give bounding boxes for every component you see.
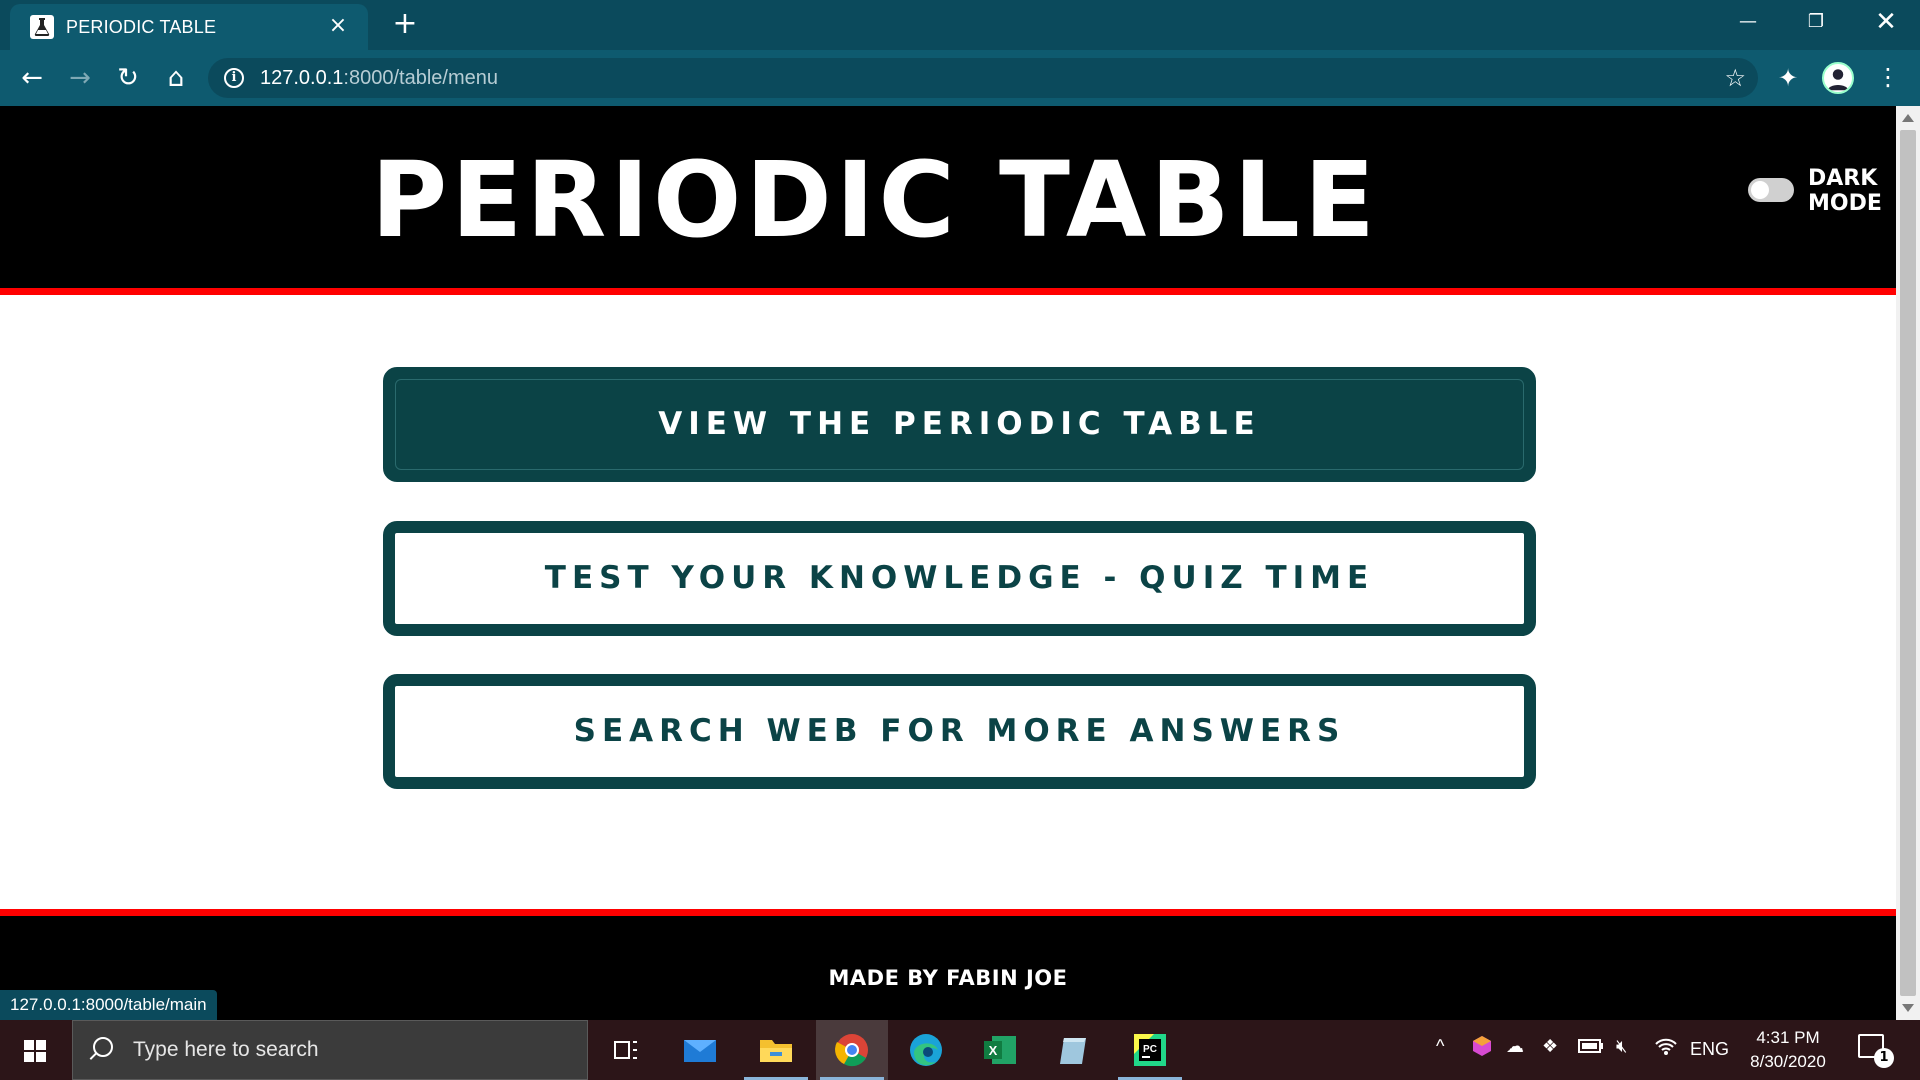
volume-muted-icon[interactable]: 🔇︎ <box>1616 1036 1627 1057</box>
dark-mode-label-line2: MODE <box>1808 191 1882 216</box>
chrome-icon[interactable] <box>820 1030 884 1080</box>
search-web-button-label: SEARCH WEB FOR MORE ANSWERS <box>573 713 1346 749</box>
file-explorer-icon[interactable] <box>744 1030 808 1080</box>
search-web-button[interactable]: SEARCH WEB FOR MORE ANSWERS <box>383 674 1536 789</box>
task-view-icon[interactable] <box>606 1030 646 1070</box>
clock-time: 4:31 PM <box>1756 1028 1820 1047</box>
svg-text:PC: PC <box>1143 1044 1157 1055</box>
site-info-icon[interactable]: i <box>224 68 244 88</box>
site-footer: MADE BY FABIN JOE <box>0 916 1896 1020</box>
dark-mode-toggle[interactable] <box>1748 178 1794 202</box>
forward-icon[interactable]: → <box>62 60 98 96</box>
footer-red-divider <box>0 909 1896 916</box>
input-language[interactable]: ENG <box>1690 1039 1729 1060</box>
web-page: PERIODIC TABLE DARK MODE VIEW THE PERIOD… <box>0 106 1896 1020</box>
notepad-icon[interactable] <box>1054 1030 1094 1070</box>
quiz-button[interactable]: TEST YOUR KNOWLEDGE - QUIZ TIME <box>383 521 1536 636</box>
toggle-knob <box>1751 181 1769 199</box>
browser-toolbar: ← → ↻ ⌂ i 127.0.0.1:8000/table/menu ☆ ✦ … <box>0 50 1920 106</box>
profile-avatar[interactable] <box>1822 62 1854 94</box>
system-clock[interactable]: 4:31 PM 8/30/2020 <box>1740 1026 1836 1074</box>
hexagon-app-tray-icon[interactable] <box>1470 1034 1494 1063</box>
header-red-divider <box>0 288 1896 295</box>
new-tab-icon[interactable]: + <box>390 9 420 40</box>
browser-tab-strip: PERIODIC TABLE × + — ❐ ✕ <box>0 0 1920 50</box>
site-header: PERIODIC TABLE DARK MODE <box>0 106 1896 288</box>
view-periodic-table-button[interactable]: VIEW THE PERIODIC TABLE <box>383 367 1536 482</box>
url-path: :8000/table/menu <box>343 67 498 89</box>
address-bar[interactable]: i 127.0.0.1:8000/table/menu ☆ <box>208 58 1758 98</box>
dropbox-icon[interactable]: ❖ <box>1542 1036 1558 1057</box>
url-host: 127.0.0.1 <box>260 67 344 89</box>
view-periodic-table-label: VIEW THE PERIODIC TABLE <box>658 406 1261 442</box>
dark-mode-label: DARK MODE <box>1808 166 1882 216</box>
browser-menu-icon[interactable]: ⋮ <box>1876 62 1900 92</box>
reload-icon[interactable]: ↻ <box>110 60 146 96</box>
battery-icon[interactable] <box>1578 1038 1604 1059</box>
flask-favicon-icon <box>30 15 54 39</box>
back-icon[interactable]: ← <box>14 60 50 96</box>
clock-date: 8/30/2020 <box>1750 1052 1826 1071</box>
url-text[interactable]: 127.0.0.1:8000/table/menu <box>260 67 498 90</box>
browser-tab[interactable]: PERIODIC TABLE × <box>10 4 368 50</box>
tab-title: PERIODIC TABLE <box>66 17 217 37</box>
restore-icon[interactable]: ❐ <box>1786 4 1846 40</box>
dark-mode-label-line1: DARK <box>1808 166 1878 191</box>
notification-count-badge: 1 <box>1874 1048 1894 1068</box>
scroll-down-arrow-icon[interactable] <box>1902 1004 1914 1012</box>
page-title: PERIODIC TABLE <box>371 139 1379 261</box>
minimize-icon[interactable]: — <box>1718 4 1778 40</box>
home-icon[interactable]: ⌂ <box>158 60 194 96</box>
taskbar-search-box[interactable]: Type here to search <box>72 1020 588 1080</box>
extensions-puzzle-icon[interactable]: ✦ <box>1778 64 1798 92</box>
search-icon <box>93 1037 113 1057</box>
wifi-icon[interactable] <box>1654 1036 1678 1061</box>
svg-text:X: X <box>989 1043 998 1058</box>
show-hidden-icons-chevron-icon[interactable]: ^ <box>1436 1036 1444 1057</box>
taskbar-search-placeholder: Type here to search <box>133 1038 319 1061</box>
page-scrollbar[interactable] <box>1896 106 1920 1020</box>
close-tab-icon[interactable]: × <box>328 15 348 37</box>
windows-taskbar: Type here to search X PC ^ ☁ ❖ 🔇︎ ENG 4:… <box>0 1020 1920 1080</box>
scroll-up-arrow-icon[interactable] <box>1902 114 1914 122</box>
footer-credit: MADE BY FABIN JOE <box>828 966 1068 990</box>
pycharm-icon[interactable]: PC <box>1118 1030 1182 1080</box>
onedrive-cloud-icon[interactable]: ☁ <box>1506 1036 1524 1057</box>
scrollbar-thumb[interactable] <box>1900 130 1916 996</box>
action-center-icon[interactable]: 1 <box>1858 1034 1894 1068</box>
excel-icon[interactable]: X <box>980 1030 1020 1070</box>
mail-icon[interactable] <box>680 1030 720 1070</box>
edge-icon[interactable] <box>906 1030 946 1070</box>
close-window-icon[interactable]: ✕ <box>1856 4 1916 40</box>
windows-start-icon[interactable] <box>0 1020 70 1080</box>
link-status-bar: 127.0.0.1:8000/table/main <box>0 990 217 1020</box>
quiz-button-label: TEST YOUR KNOWLEDGE - QUIZ TIME <box>544 560 1375 596</box>
bookmark-star-icon[interactable]: ☆ <box>1724 64 1746 92</box>
